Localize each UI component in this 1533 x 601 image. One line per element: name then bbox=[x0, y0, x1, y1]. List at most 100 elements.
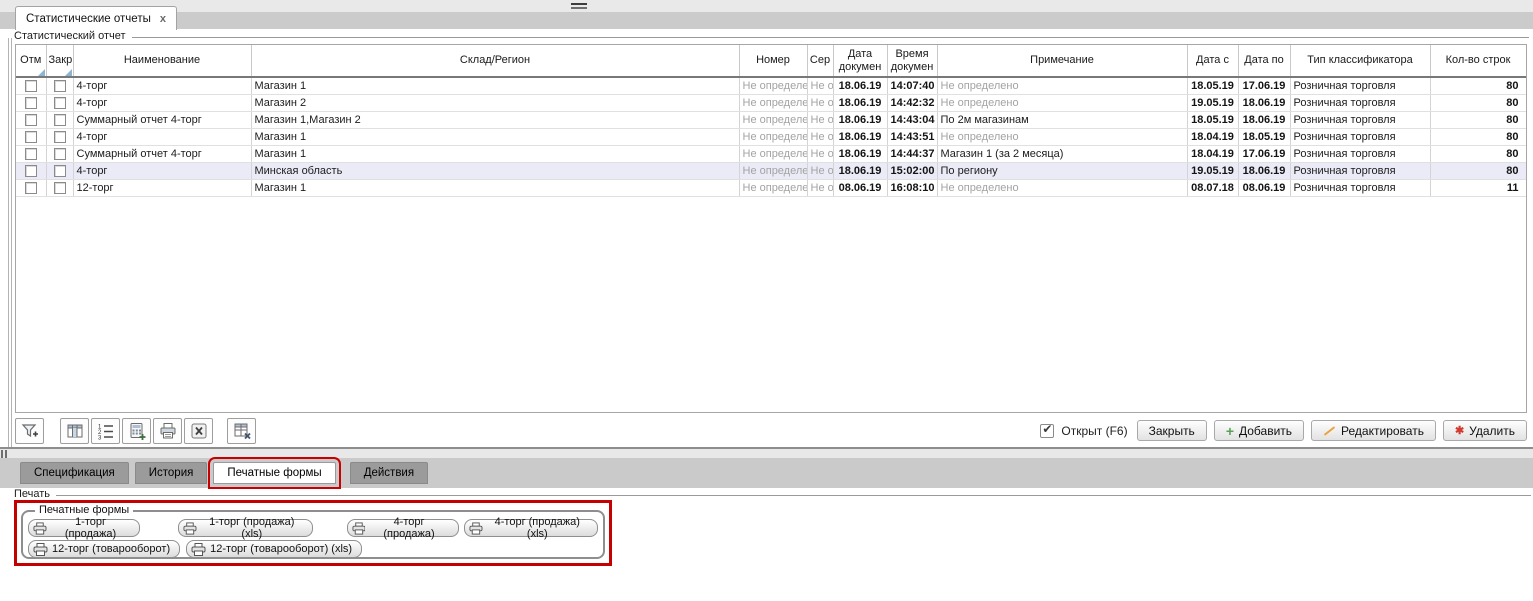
columns-button[interactable] bbox=[60, 418, 89, 444]
mark-checkbox[interactable] bbox=[25, 165, 37, 177]
table-row[interactable]: 12-торг Магазин 1 Не определен Не о 08.0… bbox=[16, 179, 1526, 196]
cell-classifier: Розничная торговля bbox=[1290, 94, 1430, 111]
cell-name: 4-торг bbox=[73, 162, 251, 179]
print-12torg-button[interactable]: 12-торг (товарооборот) bbox=[28, 540, 180, 558]
table-row[interactable]: 4-торг Магазин 1 Не определен Не о 18.06… bbox=[16, 77, 1526, 94]
cell-date-from: 18.04.19 bbox=[1187, 128, 1238, 145]
print-list-button[interactable] bbox=[153, 418, 182, 444]
header-closed[interactable]: Закр bbox=[46, 45, 73, 77]
mark-checkbox[interactable] bbox=[25, 182, 37, 194]
header-classifier[interactable]: Тип классификатора bbox=[1290, 45, 1430, 77]
tab-statistical-reports[interactable]: Статистические отчеты x bbox=[15, 6, 177, 30]
header-date-from[interactable]: Дата с bbox=[1187, 45, 1238, 77]
main-tab-bar bbox=[0, 12, 1533, 29]
header-number[interactable]: Номер bbox=[739, 45, 807, 77]
header-mark[interactable]: Отм bbox=[16, 45, 46, 77]
calculator-add-button[interactable] bbox=[122, 418, 151, 444]
header-note[interactable]: Примечание bbox=[937, 45, 1187, 77]
cell-series: Не о bbox=[807, 128, 833, 145]
cell-warehouse: Магазин 1,Магазин 2 bbox=[251, 111, 739, 128]
cell-doc-time: 16:08:10 bbox=[887, 179, 937, 196]
header-rows-count[interactable]: Кол-во строк bbox=[1430, 45, 1526, 77]
groupbox-line bbox=[56, 495, 1531, 496]
header-doc-time[interactable]: Время докумен bbox=[887, 45, 937, 77]
closed-checkbox[interactable] bbox=[54, 114, 66, 126]
header-series[interactable]: Сер bbox=[807, 45, 833, 77]
mark-checkbox[interactable] bbox=[25, 80, 37, 92]
print-12torg-xls-button[interactable]: 12-торг (товарооборот) (xls) bbox=[186, 540, 362, 558]
mark-checkbox[interactable] bbox=[25, 114, 37, 126]
table-row[interactable]: Суммарный отчет 4-торг Магазин 1,Магазин… bbox=[16, 111, 1526, 128]
reports-grid: Отм Закр Наименование Склад/Регион Номер… bbox=[15, 44, 1527, 413]
printer-icon bbox=[33, 543, 48, 556]
grid-toolbar: 1 2 3 bbox=[15, 417, 1527, 444]
numbering-button[interactable]: 1 2 3 bbox=[91, 418, 120, 444]
tab-actions[interactable]: Действия bbox=[350, 462, 428, 484]
print-1torg-xls-button[interactable]: 1-торг (продажа) (xls) bbox=[178, 519, 312, 537]
cell-date-to: 17.06.19 bbox=[1238, 145, 1290, 162]
cell-date-from: 19.05.19 bbox=[1187, 94, 1238, 111]
filter-icon bbox=[20, 421, 40, 441]
pencil-icon bbox=[1324, 426, 1335, 436]
groupbox-print: Печать bbox=[14, 488, 1531, 500]
closed-checkbox[interactable] bbox=[54, 80, 66, 92]
open-checkbox[interactable]: ✔ bbox=[1040, 424, 1054, 438]
table-remove-button[interactable] bbox=[227, 418, 256, 444]
add-button[interactable]: + Добавить bbox=[1214, 420, 1304, 441]
cell-warehouse: Магазин 1 bbox=[251, 145, 739, 162]
header-doc-date[interactable]: Дата докумен bbox=[833, 45, 887, 77]
print-4torg-xls-button[interactable]: 4-торг (продажа) (xls) bbox=[464, 519, 598, 537]
table-row-selected[interactable]: 4-торг Минская область Не определен Не о… bbox=[16, 162, 1526, 179]
print-buttons-row: 1-торг (продажа) 1-торг (продажа) (xls) … bbox=[28, 519, 598, 537]
tab-specification[interactable]: Спецификация bbox=[20, 462, 129, 484]
checkmark-icon: ✔ bbox=[1042, 422, 1052, 436]
export-excel-button[interactable] bbox=[184, 418, 213, 444]
cell-doc-time: 14:42:32 bbox=[887, 94, 937, 111]
cell-name: 12-торг bbox=[73, 179, 251, 196]
print-4torg-button[interactable]: 4-торг (продажа) bbox=[347, 519, 459, 537]
columns-icon bbox=[65, 421, 85, 441]
cell-date-to: 18.06.19 bbox=[1238, 94, 1290, 111]
closed-checkbox[interactable] bbox=[54, 131, 66, 143]
cell-name: 4-торг bbox=[73, 94, 251, 111]
tab-history[interactable]: История bbox=[135, 462, 208, 484]
filter-button[interactable] bbox=[15, 418, 44, 444]
mark-checkbox[interactable] bbox=[25, 131, 37, 143]
closed-checkbox[interactable] bbox=[54, 182, 66, 194]
cell-name: Суммарный отчет 4-торг bbox=[73, 111, 251, 128]
splitter-grip-icon[interactable] bbox=[1, 450, 7, 458]
cell-note: Не определено bbox=[937, 128, 1187, 145]
closed-checkbox[interactable] bbox=[54, 165, 66, 177]
printer-icon bbox=[469, 522, 483, 535]
splitter-grip-icon[interactable] bbox=[571, 3, 587, 9]
closed-checkbox[interactable] bbox=[54, 148, 66, 160]
cell-doc-date: 18.06.19 bbox=[833, 94, 887, 111]
header-warehouse[interactable]: Склад/Регион bbox=[251, 45, 739, 77]
delete-button[interactable]: ✱ Удалить bbox=[1443, 420, 1527, 441]
table-row[interactable]: Суммарный отчет 4-торг Магазин 1 Не опре… bbox=[16, 145, 1526, 162]
closed-checkbox[interactable] bbox=[54, 97, 66, 109]
calculator-add-icon bbox=[127, 421, 147, 441]
print-1torg-button[interactable]: 1-торг (продажа) bbox=[28, 519, 140, 537]
table-row[interactable]: 4-торг Магазин 1 Не определен Не о 18.06… bbox=[16, 128, 1526, 145]
tab-close-icon[interactable]: x bbox=[160, 13, 166, 25]
printer-icon bbox=[183, 522, 197, 535]
close-button[interactable]: Закрыть bbox=[1137, 420, 1207, 441]
cell-date-to: 08.06.19 bbox=[1238, 179, 1290, 196]
cell-series: Не о bbox=[807, 179, 833, 196]
cell-warehouse: Магазин 2 bbox=[251, 94, 739, 111]
cell-date-to: 17.06.19 bbox=[1238, 77, 1290, 94]
mark-checkbox[interactable] bbox=[25, 148, 37, 160]
table-row[interactable]: 4-торг Магазин 2 Не определен Не о 18.06… bbox=[16, 94, 1526, 111]
tab-print-forms[interactable]: Печатные формы bbox=[213, 462, 335, 484]
cell-number: Не определен bbox=[739, 94, 807, 111]
export-excel-icon bbox=[189, 421, 209, 441]
cell-series: Не о bbox=[807, 145, 833, 162]
header-date-to[interactable]: Дата по bbox=[1238, 45, 1290, 77]
delete-asterisk-icon: ✱ bbox=[1455, 424, 1464, 437]
cell-note: По 2м магазинам bbox=[937, 111, 1187, 128]
edit-button[interactable]: Редактировать bbox=[1311, 420, 1436, 441]
header-name[interactable]: Наименование bbox=[73, 45, 251, 77]
mark-checkbox[interactable] bbox=[25, 97, 37, 109]
groupbox-line bbox=[132, 37, 1529, 38]
